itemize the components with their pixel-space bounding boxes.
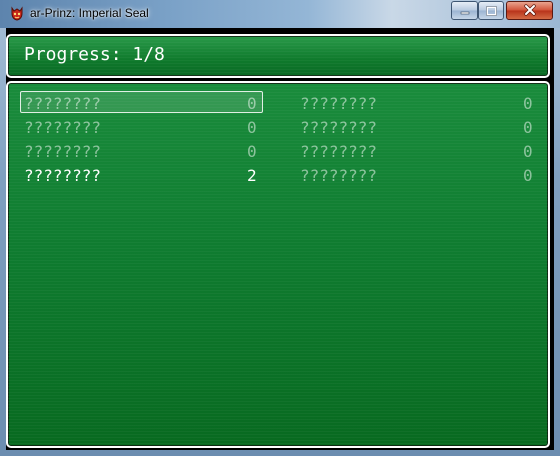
seal-item-name[interactable]: ???????? [300, 118, 377, 137]
seal-item-count: 0 [247, 94, 257, 113]
title-bar[interactable]: ar-Prinz: Imperial Seal [0, 0, 560, 28]
close-button[interactable] [506, 1, 553, 20]
seal-item-count: 0 [523, 118, 533, 137]
close-icon [523, 1, 536, 20]
maximize-icon [485, 1, 497, 20]
seal-item-name[interactable]: ???????? [300, 166, 377, 185]
app-window: ar-Prinz: Imperial Seal Progress: 1/8 ??… [0, 0, 560, 456]
window-title: ar-Prinz: Imperial Seal [30, 6, 149, 20]
seal-item-count: 2 [247, 166, 257, 185]
seal-item-count: 0 [523, 94, 533, 113]
seal-item-count: 0 [247, 118, 257, 137]
maximize-button[interactable] [478, 1, 504, 20]
minimize-button[interactable] [451, 1, 478, 20]
progress-label: Progress: 1/8 [24, 44, 165, 65]
red-demon-icon [9, 6, 25, 22]
seal-item-name[interactable]: ???????? [300, 94, 377, 113]
seal-item-name[interactable]: ???????? [300, 142, 377, 161]
seal-item-count: 0 [523, 142, 533, 161]
seal-item-count: 0 [523, 166, 533, 185]
seal-item-name[interactable]: ???????? [24, 118, 101, 137]
minimize-icon [460, 1, 470, 20]
seal-item-name[interactable]: ???????? [24, 94, 101, 113]
seal-item-name[interactable]: ???????? [24, 142, 101, 161]
seal-item-name[interactable]: ???????? [24, 166, 101, 185]
seal-item-count: 0 [247, 142, 257, 161]
